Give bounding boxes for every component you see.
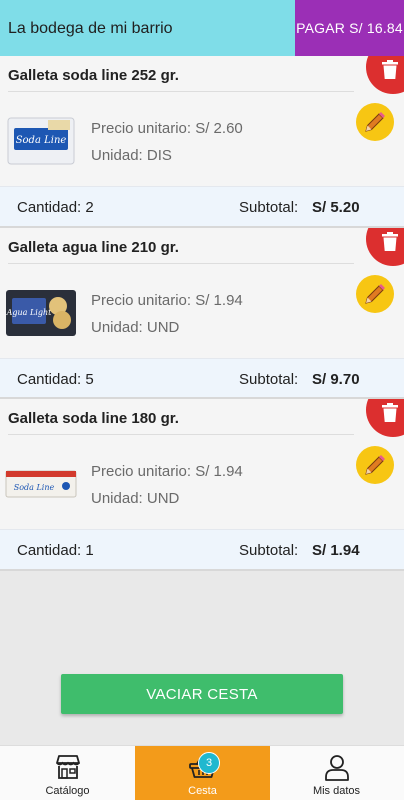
store-title: La bodega de mi barrio — [8, 20, 173, 37]
unit-type: Unidad: DIS — [91, 147, 172, 164]
unit-price: Precio unitario: S/ 1.94 — [91, 292, 243, 309]
svg-text:Soda Line: Soda Line — [16, 135, 67, 146]
subtotal-label: Subtotal: — [239, 371, 299, 388]
product-image: Soda Line — [5, 470, 77, 498]
product-image: Soda Line — [7, 117, 75, 165]
trash-icon — [382, 60, 398, 79]
quantity: Cantidad: 1 — [17, 542, 94, 559]
item-separator — [0, 569, 404, 571]
svg-text:Agua Light: Agua Light — [6, 308, 53, 317]
subtotal-label: Subtotal: — [239, 542, 299, 559]
basket-count-badge: 3 — [198, 752, 220, 774]
store-icon — [55, 755, 80, 779]
subtotal-value: S/ 9.70 — [312, 371, 360, 388]
delete-item-button[interactable] — [366, 56, 404, 94]
subtotal-label: Subtotal: — [239, 199, 299, 216]
divider — [8, 91, 354, 92]
tab-label: Mis datos — [312, 785, 361, 797]
item-footer: Cantidad: 1 Subtotal: S/ 1.94 — [0, 529, 404, 569]
tab-label: Cesta — [188, 785, 217, 797]
tab-my-data[interactable]: Mis datos — [269, 746, 404, 800]
delete-item-button[interactable] — [366, 399, 404, 437]
tab-label: Catálogo — [45, 785, 90, 797]
product-image: Agua Light — [6, 290, 76, 336]
user-icon — [324, 755, 349, 781]
edit-item-button[interactable] — [356, 446, 394, 484]
quantity: Cantidad: 2 — [17, 199, 94, 216]
item-footer: Cantidad: 5 Subtotal: S/ 9.70 — [0, 358, 404, 398]
cart-item: Galleta agua line 210 gr. Agua Light Pre… — [0, 228, 404, 398]
trash-icon — [382, 232, 398, 251]
delete-item-button[interactable] — [366, 228, 404, 266]
app-header: La bodega de mi barrio PAGAR S/ 16.84 — [0, 0, 404, 56]
empty-cart-button[interactable]: VACIAR CESTA — [61, 674, 343, 714]
pencil-icon — [365, 284, 385, 304]
item-footer: Cantidad: 2 Subtotal: S/ 5.20 — [0, 186, 404, 226]
svg-text:Soda Line: Soda Line — [14, 483, 55, 492]
divider — [8, 263, 354, 264]
bottom-tab-bar: Catálogo Cesta 3 Mis datos — [0, 745, 404, 800]
subtotal-value: S/ 5.20 — [312, 199, 360, 216]
trash-icon — [382, 403, 398, 422]
pay-button[interactable]: PAGAR S/ 16.84 — [295, 0, 404, 56]
product-name: Galleta soda line 252 gr. — [8, 67, 179, 84]
divider — [8, 434, 354, 435]
pencil-icon — [365, 455, 385, 475]
cart-item: Galleta soda line 252 gr. Soda Line Prec… — [0, 56, 404, 226]
edit-item-button[interactable] — [356, 103, 394, 141]
unit-type: Unidad: UND — [91, 319, 180, 336]
subtotal-value: S/ 1.94 — [312, 542, 360, 559]
unit-price: Precio unitario: S/ 1.94 — [91, 463, 243, 480]
edit-item-button[interactable] — [356, 275, 394, 313]
cart-item: Galleta soda line 180 gr. Soda Line Prec… — [0, 399, 404, 569]
pencil-icon — [365, 112, 385, 132]
unit-type: Unidad: UND — [91, 490, 180, 507]
quantity: Cantidad: 5 — [17, 371, 94, 388]
tab-catalog[interactable]: Catálogo — [0, 746, 135, 800]
unit-price: Precio unitario: S/ 2.60 — [91, 120, 243, 137]
product-name: Galleta agua line 210 gr. — [8, 239, 179, 256]
product-name: Galleta soda line 180 gr. — [8, 410, 179, 427]
